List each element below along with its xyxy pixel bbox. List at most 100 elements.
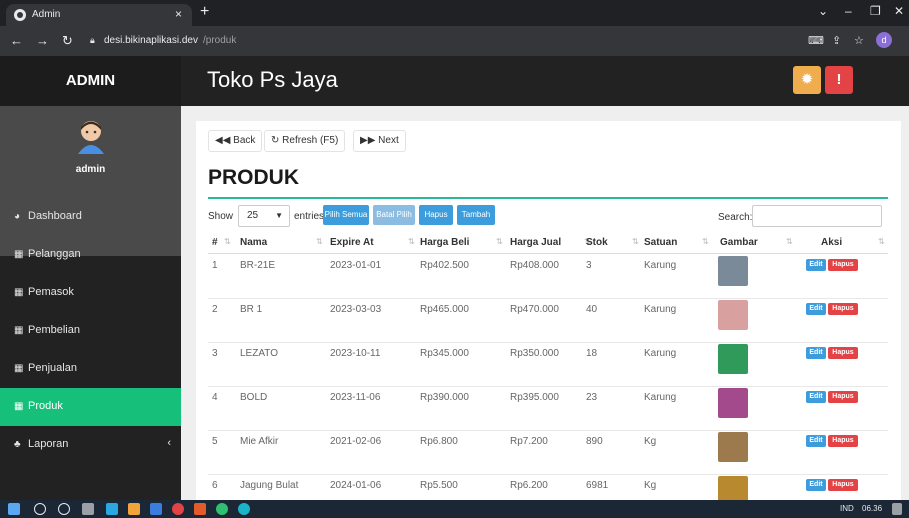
search-icon[interactable] <box>34 503 46 515</box>
forward-arrow-icon[interactable]: → <box>36 33 49 48</box>
col-header-nama[interactable]: Nama <box>240 237 267 248</box>
word-icon[interactable] <box>150 503 162 515</box>
tab-close-icon[interactable]: × <box>175 7 182 21</box>
chevron-down-icon: ▼ <box>275 211 283 220</box>
product-image[interactable] <box>718 432 748 462</box>
delete-button[interactable]: Hapus <box>828 435 858 447</box>
sidebar-item-pelanggan[interactable]: ▦ Pelanggan <box>0 236 181 274</box>
chrome-icon[interactable] <box>172 503 184 515</box>
edit-button[interactable]: Edit <box>806 303 826 315</box>
col-header-harga-jual[interactable]: Harga Jual <box>510 237 561 248</box>
product-image[interactable] <box>718 256 748 286</box>
edit-button[interactable]: Edit <box>806 479 826 491</box>
edit-button[interactable]: Edit <box>806 435 826 447</box>
notification-icon[interactable] <box>892 503 902 515</box>
sidebar-brand[interactable]: ADMIN <box>0 56 181 106</box>
translate-icon[interactable]: ⌨ <box>808 34 824 47</box>
sitemap-icon: ♣ <box>14 439 21 450</box>
windows-start-icon[interactable] <box>8 503 20 515</box>
col-header-gambar[interactable]: Gambar <box>720 237 758 248</box>
sidebar-item-label: Produk <box>28 400 63 412</box>
col-header-harga-beli[interactable]: Harga Beli <box>420 237 469 248</box>
url-field[interactable]: 🔒︎ desi.bikinaplikasi.dev /produk <box>90 30 790 52</box>
delete-button[interactable]: Hapus <box>828 479 858 491</box>
dashboard-icon: ◕ <box>14 211 21 222</box>
delete-button[interactable]: Hapus <box>828 347 858 359</box>
sidebar-item-pembelian[interactable]: ▦ Pembelian <box>0 312 181 350</box>
bookmark-star-icon[interactable]: ☆ <box>854 34 864 47</box>
delete-selected-button[interactable]: Hapus <box>419 205 453 225</box>
cell-no: 1 <box>212 260 218 271</box>
gear-icon: ✹ <box>800 71 814 88</box>
cell-nama: Jagung Bulat <box>240 480 299 491</box>
select-all-button[interactable]: Pilih Semua <box>323 205 369 225</box>
settings-button[interactable]: ✹ <box>793 66 821 94</box>
sidebar-item-laporan[interactable]: ♣ Laporan ‹ <box>0 426 181 464</box>
close-window-button[interactable]: ✕ <box>894 4 904 18</box>
delete-button[interactable]: Hapus <box>828 303 858 315</box>
back-button[interactable]: ◀◀ Back <box>208 130 263 152</box>
cell-satuan: Karung <box>644 260 677 271</box>
edit-button[interactable]: Edit <box>806 347 826 359</box>
delete-button[interactable]: Hapus <box>828 259 858 271</box>
entries-select[interactable]: 25 ▼ <box>238 205 290 227</box>
edge-icon[interactable] <box>238 503 250 515</box>
add-button[interactable]: Tambah <box>457 205 495 225</box>
cell-nama: LEZATO <box>240 348 278 359</box>
refresh-button[interactable]: ↻ Refresh (F5) <box>264 130 346 152</box>
alert-button[interactable]: ! <box>825 66 853 94</box>
product-image[interactable] <box>718 344 748 374</box>
cortana-icon[interactable] <box>58 503 70 515</box>
task-view-icon[interactable] <box>82 503 94 515</box>
col-header-expire[interactable]: Expire At <box>330 237 374 248</box>
sidebar-item-pemasok[interactable]: ▦ Pemasok <box>0 274 181 312</box>
product-image[interactable] <box>718 300 748 330</box>
sidebar-item-penjualan[interactable]: ▦ Penjualan <box>0 350 181 388</box>
cancel-select-button[interactable]: Batal Pilih <box>373 205 415 225</box>
table-row: 6 Jagung Bulat 2024-01-06 Rp5.500 Rp6.200 698… <box>208 475 888 500</box>
mail-icon[interactable] <box>106 503 118 515</box>
url-host: desi.bikinaplikasi.dev <box>104 35 198 46</box>
profile-avatar[interactable]: d <box>876 32 892 48</box>
edit-button[interactable]: Edit <box>806 259 826 271</box>
clock[interactable]: 06.36 <box>862 504 882 513</box>
cell-satuan: Karung <box>644 392 677 403</box>
product-image[interactable] <box>718 388 748 418</box>
reload-icon[interactable]: ↻ <box>62 33 73 49</box>
maximize-button[interactable]: ❐ <box>870 4 881 18</box>
cell-nama: Mie Afkir <box>240 436 279 447</box>
cell-harga-jual: Rp470.000 <box>510 304 559 315</box>
search-input[interactable] <box>752 205 882 227</box>
back-arrow-icon[interactable]: ← <box>10 33 23 48</box>
sidebar-item-dashboard[interactable]: ◕ Dashboard <box>0 198 181 236</box>
file-explorer-icon[interactable] <box>128 503 140 515</box>
cell-expire: 2023-03-03 <box>330 304 382 315</box>
delete-button[interactable]: Hapus <box>828 391 858 403</box>
chevron-left-icon: ‹ <box>167 437 171 449</box>
sidebar-item-produk[interactable]: ▦ Produk <box>0 388 181 426</box>
app-icon[interactable] <box>194 503 206 515</box>
col-header-no[interactable]: # <box>212 237 218 248</box>
sort-icon: ⇅ <box>786 237 793 246</box>
sort-icon: ⇅ <box>408 237 415 246</box>
table-icon: ▦ <box>14 287 24 298</box>
whatsapp-icon[interactable] <box>216 503 228 515</box>
product-image[interactable] <box>718 476 748 500</box>
col-header-stok[interactable]: Stok <box>586 237 608 248</box>
sort-icon: ⇅ <box>878 237 885 246</box>
col-header-satuan[interactable]: Satuan <box>644 237 677 248</box>
new-tab-button[interactable]: + <box>200 3 209 21</box>
cell-harga-beli: Rp345.000 <box>420 348 469 359</box>
table-icon: ▦ <box>14 363 24 374</box>
share-icon[interactable]: ⇪ <box>832 34 841 47</box>
tab-search-icon[interactable]: ⌄ <box>818 4 828 18</box>
sort-icon: ⇅ <box>316 237 323 246</box>
next-button[interactable]: ▶▶ Next <box>353 130 406 152</box>
edit-button[interactable]: Edit <box>806 391 826 403</box>
language-indicator[interactable]: IND <box>840 504 854 513</box>
col-header-aksi[interactable]: Aksi <box>821 237 842 248</box>
cell-stok: 890 <box>586 436 603 447</box>
browser-tab[interactable]: Admin × <box>6 4 192 26</box>
cell-satuan: Kg <box>644 480 657 491</box>
minimize-button[interactable]: – <box>845 4 852 18</box>
